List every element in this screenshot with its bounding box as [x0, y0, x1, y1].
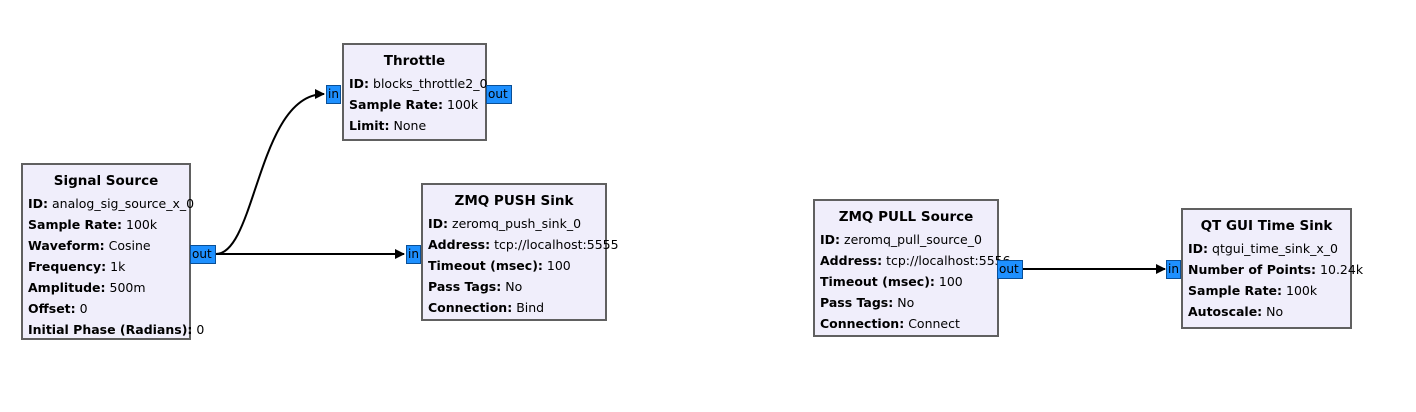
param-address: Address: tcp://localhost:5556: [820, 253, 1011, 268]
param-pass-tags: Pass Tags: No: [428, 279, 523, 294]
zmq-pull-source-block[interactable]: ZMQ PULL Source ID: zeromq_pull_source_0…: [813, 199, 1011, 337]
block-title: ZMQ PULL Source: [838, 209, 974, 225]
param-timeout: Timeout (msec): 100: [820, 274, 963, 289]
throttle-in-port[interactable]: in: [326, 85, 341, 104]
param-limit: Limit: None: [349, 118, 427, 133]
param-waveform: Waveform: Cosine: [28, 238, 151, 253]
qt-gui-time-sink-block[interactable]: QT GUI Time Sink ID: qtgui_time_sink_x_0…: [1181, 208, 1364, 329]
block-title: Throttle: [383, 53, 446, 69]
param-initial-phase: Initial Phase (Radians): 0: [28, 322, 205, 337]
param-id: ID: zeromq_pull_source_0: [820, 232, 982, 247]
signal-source-out-port[interactable]: out: [190, 245, 216, 264]
param-sample-rate: Sample Rate: 100k: [28, 217, 158, 232]
param-amplitude: Amplitude: 500m: [28, 280, 146, 295]
param-offset: Offset: 0: [28, 301, 88, 316]
throttle-block[interactable]: Throttle ID: blocks_throttle2_0 Sample R…: [342, 43, 487, 141]
zmq-push-sink-in-port[interactable]: in: [406, 245, 421, 264]
block-title: QT GUI Time Sink: [1200, 218, 1333, 234]
param-pass-tags: Pass Tags: No: [820, 295, 915, 310]
signal-source-block[interactable]: Signal Source ID: analog_sig_source_x_0 …: [21, 163, 205, 340]
param-sample-rate: Sample Rate: 100k: [349, 97, 479, 112]
param-address: Address: tcp://localhost:5555: [428, 237, 619, 252]
param-id: ID: blocks_throttle2_0: [349, 76, 488, 91]
param-connection: Connection: Bind: [428, 300, 545, 315]
connection-signal-source-to-throttle[interactable]: [215, 89, 325, 255]
zmq-pull-source-out-port[interactable]: out: [997, 260, 1023, 279]
param-connection: Connection: Connect: [820, 316, 960, 331]
param-id: ID: analog_sig_source_x_0: [28, 196, 195, 211]
block-title: ZMQ PUSH Sink: [454, 193, 574, 209]
qt-gui-time-sink-in-port[interactable]: in: [1166, 260, 1181, 279]
param-id: ID: zeromq_push_sink_0: [428, 216, 582, 231]
param-number-of-points: Number of Points: 10.24k: [1188, 262, 1364, 277]
param-id: ID: qtgui_time_sink_x_0: [1188, 241, 1338, 256]
param-frequency: Frequency: 1k: [28, 259, 126, 274]
flowgraph-connections: [215, 89, 1166, 274]
block-title: Signal Source: [53, 173, 159, 189]
zmq-push-sink-block[interactable]: ZMQ PUSH Sink ID: zeromq_push_sink_0 Add…: [421, 183, 619, 321]
param-autoscale: Autoscale: No: [1188, 304, 1284, 319]
throttle-out-port[interactable]: out: [486, 85, 512, 104]
param-timeout: Timeout (msec): 100: [428, 258, 571, 273]
param-sample-rate: Sample Rate: 100k: [1188, 283, 1318, 298]
